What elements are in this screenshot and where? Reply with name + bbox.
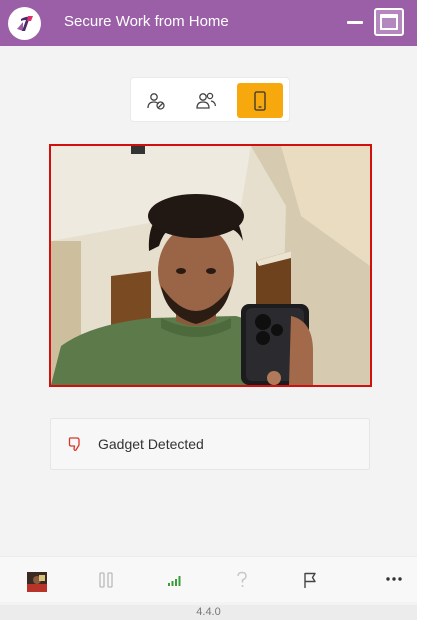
bottom-toolbar <box>0 556 417 602</box>
minimize-icon <box>347 20 363 24</box>
status-message: Gadget Detected <box>98 436 204 452</box>
no-person-icon <box>147 92 165 110</box>
signal-indicator <box>164 569 186 591</box>
maximize-icon <box>380 14 398 30</box>
app-logo <box>8 7 41 40</box>
phone-icon <box>254 90 266 111</box>
no-person-mode-button[interactable] <box>133 83 179 118</box>
multiple-people-mode-button[interactable] <box>183 83 229 118</box>
version-label: 4.4.0 <box>0 605 417 620</box>
pause-button[interactable] <box>95 569 117 591</box>
more-icon <box>386 577 402 581</box>
title-bar: Secure Work from Home <box>0 0 417 46</box>
minimize-button[interactable] <box>342 10 368 34</box>
window-edge <box>417 0 422 620</box>
camera-feed <box>49 144 372 387</box>
window-title: Secure Work from Home <box>64 13 229 30</box>
help-button[interactable] <box>231 569 253 591</box>
people-icon <box>196 92 217 109</box>
mode-switcher <box>130 77 290 122</box>
flag-icon <box>304 572 316 588</box>
avatar[interactable] <box>27 572 47 592</box>
detection-status-card: Gadget Detected <box>50 418 370 470</box>
report-button[interactable] <box>299 569 321 591</box>
pause-icon <box>99 572 113 588</box>
webcam-image <box>51 146 370 385</box>
more-options-button[interactable] <box>383 568 405 590</box>
maximize-button[interactable] <box>374 8 404 36</box>
signal-icon <box>168 576 181 586</box>
thumbs-down-icon <box>68 436 82 457</box>
gadget-mode-button[interactable] <box>237 83 283 118</box>
help-icon <box>237 571 247 587</box>
